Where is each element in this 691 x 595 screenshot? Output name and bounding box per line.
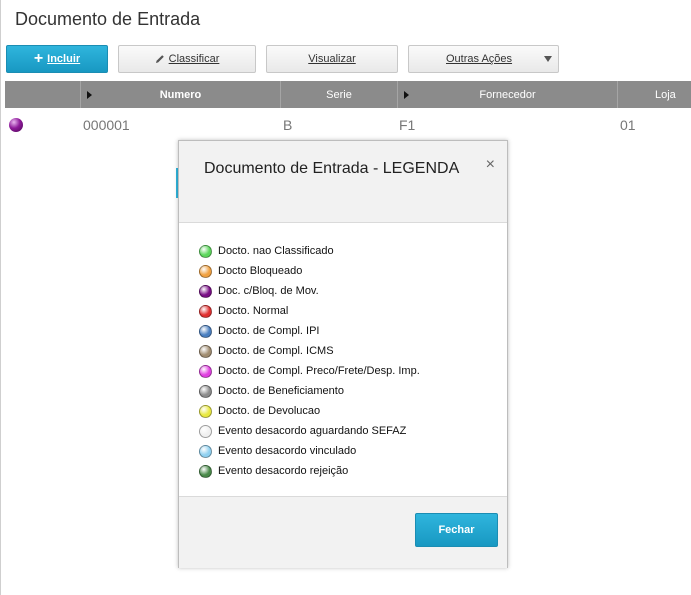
status-dot-icon <box>199 304 212 318</box>
status-column-header <box>5 81 80 108</box>
grid-header: Numero Serie Fornecedor Loja <box>5 81 691 108</box>
outras-acoes-label: Outras Ações <box>446 53 513 65</box>
column-header-label: Serie <box>326 88 352 101</box>
status-dot-icon <box>9 118 23 132</box>
classificar-label: Classificar <box>168 53 220 65</box>
cell-serie: B <box>283 117 293 133</box>
sort-arrow-icon <box>87 91 92 99</box>
legend-item: Evento desacordo aguardando SEFAZ <box>199 421 420 441</box>
outras-acoes-button[interactable]: Outras Ações <box>408 45 559 73</box>
column-header-label: Fornecedor <box>479 88 536 101</box>
column-header-loja[interactable]: Loja <box>617 81 691 108</box>
legend-item: Docto. de Beneficiamento <box>199 381 420 401</box>
status-dot-icon <box>199 464 212 478</box>
legend-item: Docto. de Compl. ICMS <box>199 341 420 361</box>
legend-item: Docto Bloqueado <box>199 261 420 281</box>
legend-label: Docto. de Beneficiamento <box>218 385 344 397</box>
status-dot-icon <box>199 244 212 258</box>
pencil-icon <box>155 55 164 63</box>
cell-fornecedor: F1 <box>399 117 416 133</box>
status-dot-icon <box>199 444 212 458</box>
dropdown-caret-icon <box>544 56 552 62</box>
column-header-label: Loja <box>655 88 676 101</box>
status-dot-icon <box>199 344 212 358</box>
close-icon[interactable]: × <box>486 157 495 173</box>
legend-label: Docto. de Compl. Preco/Frete/Desp. Imp. <box>218 365 420 377</box>
window-edge <box>0 0 1 595</box>
status-dot-icon <box>199 404 212 418</box>
incluir-button[interactable]: + Incluir <box>6 45 108 73</box>
cell-loja: 01 <box>620 117 636 133</box>
legend-item: Evento desacordo vinculado <box>199 441 420 461</box>
fechar-button[interactable]: Fechar <box>415 513 498 547</box>
status-dot-icon <box>199 324 212 338</box>
legend-item: Docto. Normal <box>199 301 420 321</box>
legend-label: Evento desacordo aguardando SEFAZ <box>218 425 407 437</box>
cell-numero: 000001 <box>83 117 130 133</box>
classificar-button[interactable]: Classificar <box>118 45 256 73</box>
column-header-fornecedor[interactable]: Fornecedor <box>397 81 617 108</box>
status-dot-icon <box>199 424 212 438</box>
legend-label: Evento desacordo rejeição <box>218 465 349 477</box>
legend-dialog: Documento de Entrada - LEGENDA × Docto. … <box>178 140 508 568</box>
visualizar-button[interactable]: Visualizar <box>266 45 398 73</box>
legend-list: Docto. nao Classificado Docto Bloqueado Do… <box>199 241 420 481</box>
column-header-numero[interactable]: Numero <box>80 81 280 108</box>
status-dot-icon <box>199 284 212 298</box>
legend-item: Doc. c/Bloq. de Mov. <box>199 281 420 301</box>
dialog-header: Documento de Entrada - LEGENDA × <box>179 141 507 223</box>
legend-item: Docto. nao Classificado <box>199 241 420 261</box>
legend-label: Doc. c/Bloq. de Mov. <box>218 285 319 297</box>
legend-label: Evento desacordo vinculado <box>218 445 357 457</box>
legend-item: Docto. de Compl. IPI <box>199 321 420 341</box>
page-title: Documento de Entrada <box>15 9 201 29</box>
legend-label: Docto. de Compl. IPI <box>218 325 320 337</box>
legend-item: Docto. de Compl. Preco/Frete/Desp. Imp. <box>199 361 420 381</box>
incluir-label: Incluir <box>47 53 81 65</box>
dialog-title: Documento de Entrada - LEGENDA <box>204 160 460 177</box>
dialog-footer: Fechar <box>179 496 507 568</box>
legend-label: Docto. Normal <box>218 305 289 317</box>
status-dot-icon <box>199 364 212 378</box>
legend-label: Docto. nao Classificado <box>218 245 334 257</box>
legend-label: Docto. de Compl. ICMS <box>218 345 334 357</box>
status-dot-icon <box>199 264 212 278</box>
legend-label: Docto Bloqueado <box>218 265 303 277</box>
legend-item: Evento desacordo rejeição <box>199 461 420 481</box>
legend-label: Docto. de Devolucao <box>218 405 321 417</box>
sort-arrow-icon <box>404 91 409 99</box>
plus-icon: + <box>33 50 44 67</box>
visualizar-label: Visualizar <box>308 53 356 65</box>
legend-item: Docto. de Devolucao <box>199 401 420 421</box>
column-header-serie[interactable]: Serie <box>280 81 397 108</box>
column-header-label: Numero <box>159 88 202 101</box>
table-row[interactable]: 000001 B F1 01 <box>5 112 691 138</box>
status-dot-icon <box>199 384 212 398</box>
